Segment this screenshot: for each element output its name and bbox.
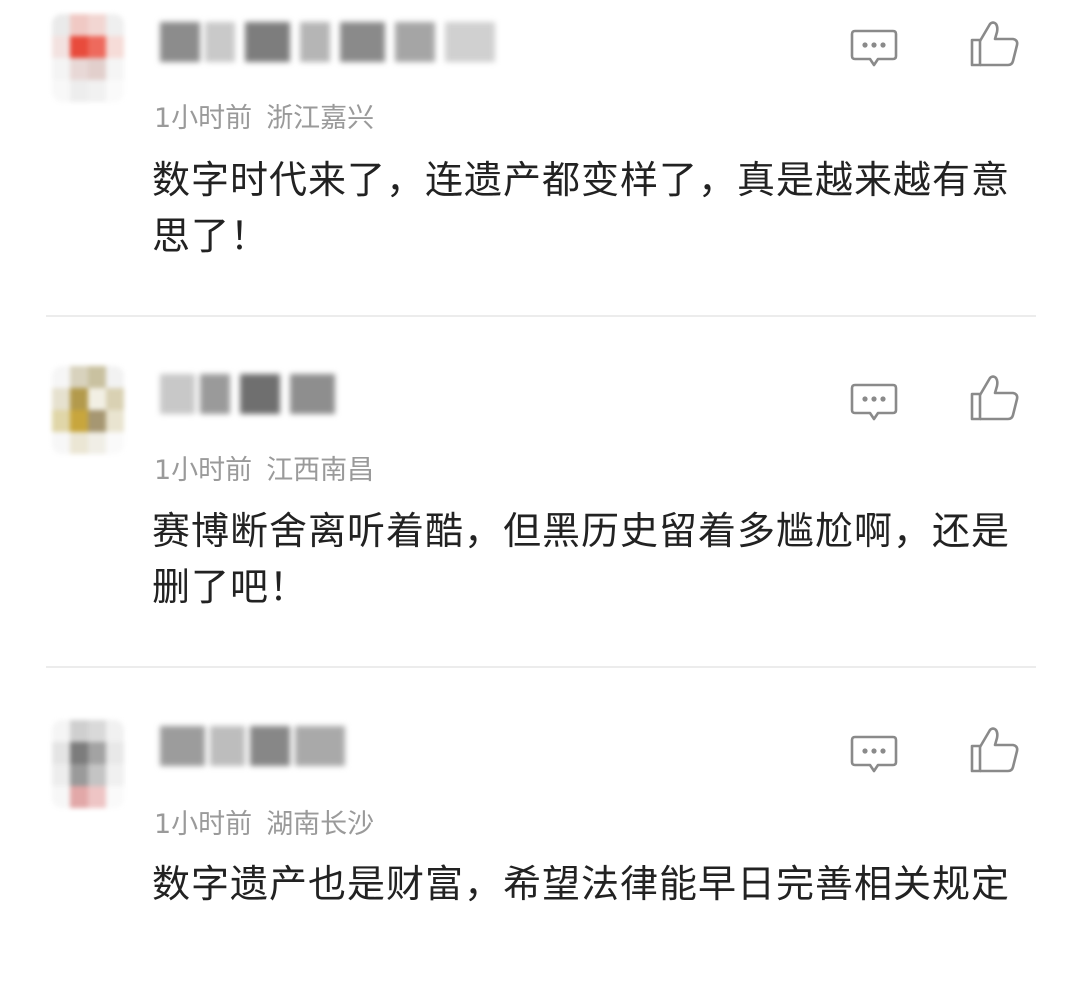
reply-button[interactable] — [850, 382, 898, 422]
comment-text: 数字遗产也是财富，希望法律能早日完善相关规定 — [152, 862, 1011, 906]
username-redacted[interactable] — [150, 22, 510, 72]
comment-text: 数字时代来了，连遗产都变样了，真是越来越有意思了！ — [152, 158, 1011, 258]
comment-bubble-icon — [850, 735, 898, 773]
reply-button[interactable] — [850, 28, 898, 68]
username-redacted[interactable] — [150, 726, 360, 776]
avatar[interactable] — [52, 14, 124, 102]
comment-time: 1小时前 — [154, 809, 253, 840]
thumbs-up-icon — [970, 21, 1019, 67]
comment-item: 1小时前 湖南长沙 数字遗产也是财富，希望法律能早日完善相关规定 — [0, 668, 1080, 987]
comment-text: 赛博断舍离听着酷，但黑历史留着多尴尬啊，还是删了吧！ — [152, 509, 1011, 609]
comment-item: 1小时前 浙江嘉兴 数字时代来了，连遗产都变样了，真是越来越有意思了！ — [0, 0, 1080, 316]
comment-bubble-icon — [850, 29, 898, 67]
comment-location: 江西南昌 — [266, 455, 375, 486]
comment-bubble-icon — [850, 383, 898, 421]
comment-meta: 1小时前 浙江嘉兴 — [154, 96, 374, 135]
username-redacted[interactable] — [150, 374, 350, 424]
comment-location: 湖南长沙 — [266, 809, 375, 840]
like-button[interactable] — [968, 20, 1022, 68]
comment-meta: 1小时前 江西南昌 — [154, 448, 374, 487]
comment-time: 1小时前 — [154, 103, 253, 134]
like-button[interactable] — [968, 374, 1022, 422]
thumbs-up-icon — [970, 375, 1019, 421]
reply-button[interactable] — [850, 734, 898, 774]
comment-meta: 1小时前 湖南长沙 — [154, 802, 374, 841]
avatar[interactable] — [52, 720, 124, 808]
avatar[interactable] — [52, 366, 124, 454]
thumbs-up-icon — [970, 727, 1019, 773]
like-button[interactable] — [968, 726, 1022, 774]
comment-location: 浙江嘉兴 — [266, 103, 375, 134]
comment-item: 1小时前 江西南昌 赛博断舍离听着酷，但黑历史留着多尴尬啊，还是删了吧！ — [0, 316, 1080, 668]
comment-time: 1小时前 — [154, 455, 253, 486]
